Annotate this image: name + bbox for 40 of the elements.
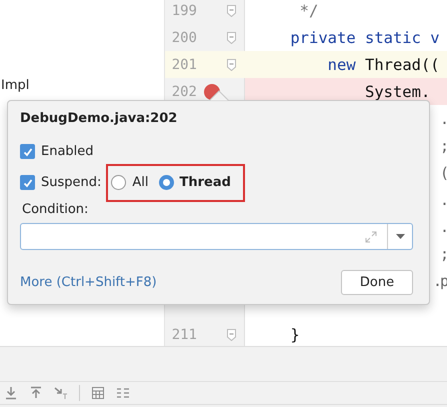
code-line: ; [440,136,447,154]
suspend-checkbox[interactable]: Suspend: [20,175,102,190]
upload-icon[interactable] [29,386,43,400]
project-tree-item[interactable]: Impl [1,78,30,93]
expand-icon[interactable] [365,230,377,242]
checkmark-icon [22,176,34,188]
line-number: 211 [170,326,197,342]
line-number: 199 [170,2,197,18]
code-line: . [440,190,447,208]
line-number: 200 [170,30,197,46]
enabled-checkbox[interactable]: Enabled [20,144,94,159]
code-line: .p [432,272,447,290]
suspend-radio[interactable]: Thread [158,175,231,190]
condition-label: Condition: [22,202,90,217]
fold-icon[interactable] [227,58,236,70]
condition-field[interactable] [20,223,413,250]
checkmark-icon [22,146,34,158]
line-number: 201 [170,56,197,72]
table-icon[interactable] [91,386,105,400]
code-line: } [289,326,300,344]
fold-icon[interactable] [227,4,236,16]
caret-icon [396,234,404,239]
step-icon[interactable] [54,386,68,400]
done-button[interactable]: Done [341,270,413,295]
code-line: . [440,218,447,236]
list-icon[interactable] [116,386,130,400]
more-link[interactable]: More (Ctrl+Shift+F8) [20,275,157,290]
fold-icon[interactable] [227,328,236,340]
code-line: new Thread(( [326,56,440,74]
code-line: private static v [289,28,440,46]
code-line: */ [298,2,318,20]
fold-icon[interactable] [227,32,236,44]
code-line: ; [440,244,447,262]
suspend-radio[interactable]: All [111,175,149,190]
popup-title: DebugDemo.java:202 [20,111,178,126]
code-line: . [440,110,447,128]
line-number: 202 [170,84,197,100]
code-line: ( [440,164,447,182]
download-icon[interactable] [4,386,18,400]
code-line: System. [364,82,430,100]
